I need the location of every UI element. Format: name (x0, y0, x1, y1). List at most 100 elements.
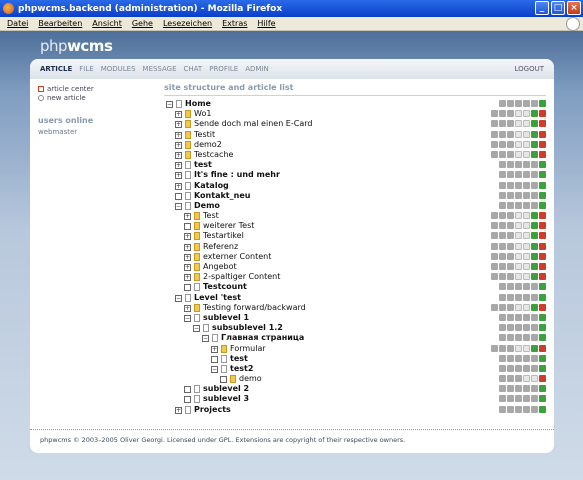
edit-icon[interactable] (507, 283, 514, 291)
edit-icon[interactable] (499, 334, 506, 342)
move-icon[interactable] (515, 212, 522, 220)
move-icon[interactable] (515, 130, 522, 138)
edit-icon[interactable] (523, 313, 530, 321)
tree-row[interactable]: − sublevel 1 (164, 313, 546, 323)
delete-icon[interactable] (539, 242, 546, 250)
tree-label[interactable]: Testing forward/backward (203, 303, 306, 313)
menu-gehe[interactable]: Gehe (132, 19, 153, 28)
edit-icon[interactable] (507, 364, 514, 372)
visible-icon[interactable] (531, 120, 538, 128)
tree-label[interactable]: sublevel 1 (203, 313, 249, 323)
edit-icon[interactable] (523, 324, 530, 332)
tree-row[interactable]: − Demo (164, 201, 546, 211)
delete-icon[interactable] (539, 150, 546, 158)
nav-article[interactable]: ARTICLE (40, 65, 72, 73)
visible-icon[interactable] (531, 252, 538, 260)
edit-icon[interactable] (531, 201, 538, 209)
edit-icon[interactable] (523, 364, 530, 372)
expand-icon[interactable]: + (175, 172, 182, 180)
nav-admin[interactable]: ADMIN (245, 65, 269, 73)
edit-icon[interactable] (491, 344, 498, 352)
edit-icon[interactable] (491, 273, 498, 281)
tree-label[interactable]: 2-spaltiger Content (203, 272, 280, 282)
visible-icon[interactable] (531, 140, 538, 148)
tree-row[interactable]: + Test (164, 211, 546, 221)
edit-icon[interactable] (507, 303, 514, 311)
edit-icon[interactable] (507, 252, 514, 260)
edit-icon[interactable] (507, 263, 514, 270)
tree-label[interactable]: Angebot (203, 262, 237, 272)
expand-icon[interactable]: + (184, 264, 191, 271)
edit-icon[interactable] (531, 405, 538, 413)
tree-label[interactable]: test (194, 160, 212, 170)
edit-icon[interactable] (531, 293, 538, 301)
edit-icon[interactable] (507, 130, 514, 138)
edit-icon[interactable] (499, 293, 506, 301)
edit-icon[interactable] (499, 385, 506, 393)
expand-icon[interactable]: + (175, 406, 182, 414)
tree-label[interactable]: Wo1 (194, 109, 211, 119)
edit-icon[interactable] (507, 334, 514, 342)
move-icon[interactable] (523, 222, 530, 230)
tree-row[interactable]: + Wo1 (164, 109, 546, 119)
collapse-icon[interactable]: − (211, 365, 218, 373)
visible-icon[interactable] (539, 191, 546, 199)
edit-icon[interactable] (507, 354, 514, 362)
edit-icon[interactable] (499, 395, 506, 403)
move-icon[interactable] (515, 120, 522, 128)
edit-icon[interactable] (499, 405, 506, 413)
edit-icon[interactable] (507, 181, 514, 189)
delete-icon[interactable] (539, 273, 546, 281)
tree-row[interactable]: − Home (164, 99, 546, 109)
edit-icon[interactable] (507, 212, 514, 220)
visible-icon[interactable] (539, 385, 546, 393)
edit-icon[interactable] (499, 130, 506, 138)
move-icon[interactable] (515, 252, 522, 260)
edit-icon[interactable] (531, 324, 538, 332)
edit-icon[interactable] (499, 324, 506, 332)
edit-icon[interactable] (507, 375, 514, 383)
new-article-link[interactable]: new article (38, 93, 158, 102)
tree-label[interactable]: Level 'test (194, 293, 241, 303)
visible-icon[interactable] (539, 364, 546, 372)
edit-icon[interactable] (523, 334, 530, 342)
delete-icon[interactable] (539, 110, 546, 118)
edit-icon[interactable] (531, 161, 538, 169)
tree-label[interactable]: Referenz (203, 242, 238, 252)
edit-icon[interactable] (499, 110, 506, 118)
tree-row[interactable]: + Formular (164, 344, 546, 354)
visible-icon[interactable] (539, 395, 546, 403)
edit-icon[interactable] (523, 161, 530, 169)
delete-icon[interactable] (539, 212, 546, 220)
edit-icon[interactable] (507, 324, 514, 332)
edit-icon[interactable] (491, 150, 498, 158)
edit-icon[interactable] (523, 171, 530, 179)
move-icon[interactable] (523, 120, 530, 128)
collapse-icon[interactable]: − (175, 202, 182, 210)
tree-row[interactable]: + It's fine : und mehr (164, 170, 546, 180)
edit-icon[interactable] (499, 354, 506, 362)
tree-label[interactable]: Testcache (194, 150, 233, 160)
edit-icon[interactable] (491, 222, 498, 230)
delete-icon[interactable] (539, 232, 546, 240)
edit-icon[interactable] (491, 232, 498, 240)
menu-ansicht[interactable]: Ansicht (92, 19, 122, 28)
move-icon[interactable] (515, 232, 522, 240)
edit-icon[interactable] (491, 110, 498, 118)
move-icon[interactable] (515, 263, 522, 270)
edit-icon[interactable] (507, 191, 514, 199)
collapse-icon[interactable]: − (184, 314, 191, 322)
visible-icon[interactable] (531, 303, 538, 311)
edit-icon[interactable] (507, 201, 514, 209)
edit-icon[interactable] (515, 100, 522, 107)
tree-row[interactable]: test (164, 354, 546, 364)
menu-lesezeichen[interactable]: Lesezeichen (163, 19, 212, 28)
edit-icon[interactable] (499, 252, 506, 260)
tree-row[interactable]: − Level 'test (164, 293, 546, 303)
visible-icon[interactable] (539, 161, 546, 169)
delete-icon[interactable] (539, 130, 546, 138)
edit-icon[interactable] (499, 364, 506, 372)
edit-icon[interactable] (531, 334, 538, 342)
visible-icon[interactable] (531, 273, 538, 281)
expand-icon[interactable]: + (184, 243, 191, 251)
